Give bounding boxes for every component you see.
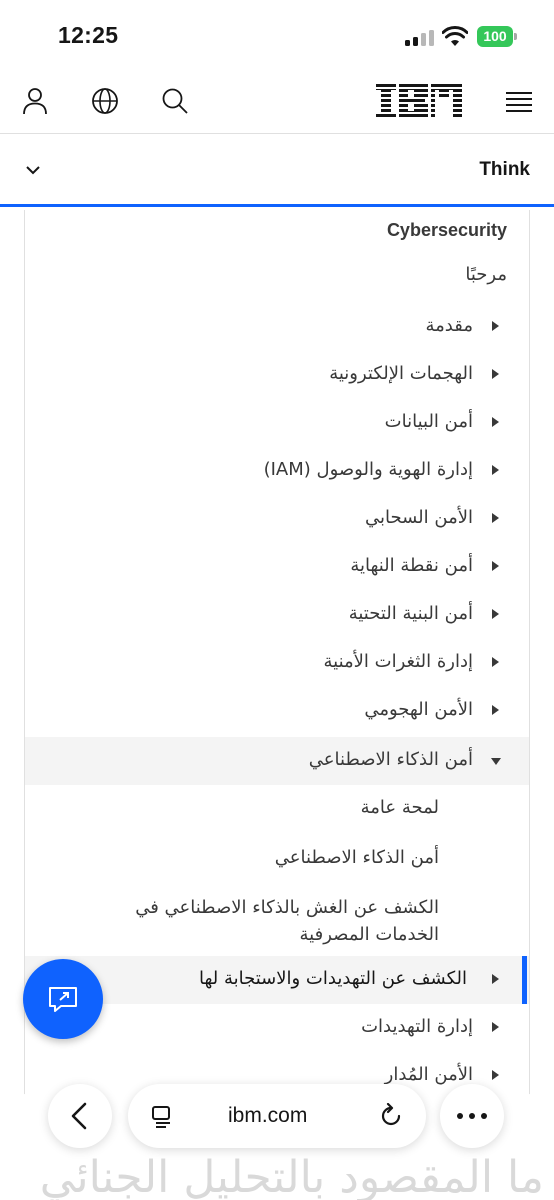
nav-item[interactable]: الأمن الهجومي <box>25 687 529 735</box>
nav-item-ai-security-expanded[interactable]: أمن الذكاء الاصطناعي <box>25 737 529 785</box>
think-label: Think <box>479 159 530 180</box>
caret-right-icon <box>492 465 499 475</box>
reload-icon[interactable] <box>378 1103 404 1129</box>
search-icon[interactable] <box>160 86 190 116</box>
nav-item-label: أمن الذكاء الاصطناعي <box>308 749 473 770</box>
nav-item-label: الأمن الهجومي <box>364 699 473 720</box>
caret-right-icon <box>492 657 499 667</box>
chat-icon <box>49 987 77 1012</box>
masthead <box>0 70 554 134</box>
nav-item-label: أمن البنية التحتية <box>348 603 473 624</box>
panel-title[interactable]: Cybersecurity <box>387 220 507 241</box>
cellular-signal-icon <box>405 30 435 46</box>
address-bar[interactable]: ibm.com <box>128 1084 426 1148</box>
page-heading-behind: ما المقصود بالتحليل الجنائي <box>39 1152 544 1200</box>
menu-icon[interactable] <box>506 90 532 112</box>
caret-right-icon <box>492 705 499 715</box>
address-text: ibm.com <box>228 1104 308 1127</box>
nav-item-label: الهجمات الإلكترونية <box>329 363 473 384</box>
sub-nav-item-label: لمحة عامة <box>360 797 439 818</box>
nav-item-label: إدارة التهديدات <box>361 1016 473 1037</box>
nav-item-label: مقدمة <box>425 315 474 336</box>
back-button[interactable] <box>48 1084 112 1148</box>
sub-nav-item[interactable]: أمن الذكاء الاصطناعي <box>25 844 529 874</box>
battery-icon: 100 <box>477 26 517 47</box>
think-dropdown[interactable]: Think <box>0 135 554 207</box>
sub-nav-item-label: الكشف عن التهديدات والاستجابة لها <box>198 968 467 989</box>
chevron-left-icon <box>71 1102 87 1130</box>
cybersecurity-nav-panel: Cybersecurity مرحبًا مقدمة الهجمات الإلك… <box>24 210 530 1095</box>
caret-right-icon <box>492 417 499 427</box>
caret-right-icon <box>492 1070 499 1080</box>
nav-item-label: أمن نقطة النهاية <box>350 555 473 576</box>
more-dots-icon <box>457 1113 487 1119</box>
nav-item[interactable]: أمن نقطة النهاية <box>25 543 529 591</box>
nav-item[interactable]: أمن البنية التحتية <box>25 591 529 639</box>
welcome-link[interactable]: مرحبًا <box>465 264 507 285</box>
nav-item[interactable]: إدارة الثغرات الأمنية <box>25 639 529 687</box>
chevron-down-icon <box>26 166 40 175</box>
caret-right-icon <box>492 561 499 571</box>
nav-item[interactable]: مقدمة <box>25 303 529 351</box>
globe-icon[interactable] <box>90 86 120 116</box>
caret-right-icon <box>492 1022 499 1032</box>
caret-right-icon <box>492 609 499 619</box>
caret-right-icon <box>492 369 499 379</box>
sub-nav-item-label: أمن الذكاء الاصطناعي <box>274 847 439 868</box>
active-indicator <box>522 956 527 1004</box>
caret-down-icon <box>491 758 501 765</box>
caret-right-icon <box>492 513 499 523</box>
user-icon[interactable] <box>20 86 50 116</box>
nav-item-label: إدارة الهوية والوصول (IAM) <box>263 459 473 480</box>
wifi-icon <box>442 26 468 46</box>
status-bar: 12:25 100 <box>0 0 554 70</box>
reader-icon[interactable] <box>150 1104 174 1128</box>
sub-nav-item-label: الكشف عن الغش بالذكاء الاصطناعي في الخدم… <box>135 897 439 945</box>
battery-level: 100 <box>477 26 513 47</box>
nav-item[interactable]: إدارة الهوية والوصول (IAM) <box>25 447 529 495</box>
nav-item-label: الأمن السحابي <box>365 507 473 528</box>
sub-nav-item[interactable]: الكشف عن الغش بالذكاء الاصطناعي في الخدم… <box>25 894 529 952</box>
sub-nav-item[interactable]: لمحة عامة <box>25 794 529 824</box>
nav-item[interactable]: أمن البيانات <box>25 399 529 447</box>
nav-item[interactable]: الهجمات الإلكترونية <box>25 351 529 399</box>
nav-item-label: إدارة الثغرات الأمنية <box>323 651 473 672</box>
nav-item-label: الأمن المُدار <box>384 1064 473 1085</box>
nav-item[interactable]: الأمن السحابي <box>25 495 529 543</box>
more-options-button[interactable] <box>440 1084 504 1148</box>
caret-right-icon <box>492 321 499 331</box>
caret-right-icon <box>492 974 499 984</box>
nav-item-label: أمن البيانات <box>384 411 473 432</box>
chat-button[interactable] <box>23 959 103 1039</box>
status-time: 12:25 <box>58 22 119 48</box>
ibm-logo[interactable] <box>376 84 462 118</box>
